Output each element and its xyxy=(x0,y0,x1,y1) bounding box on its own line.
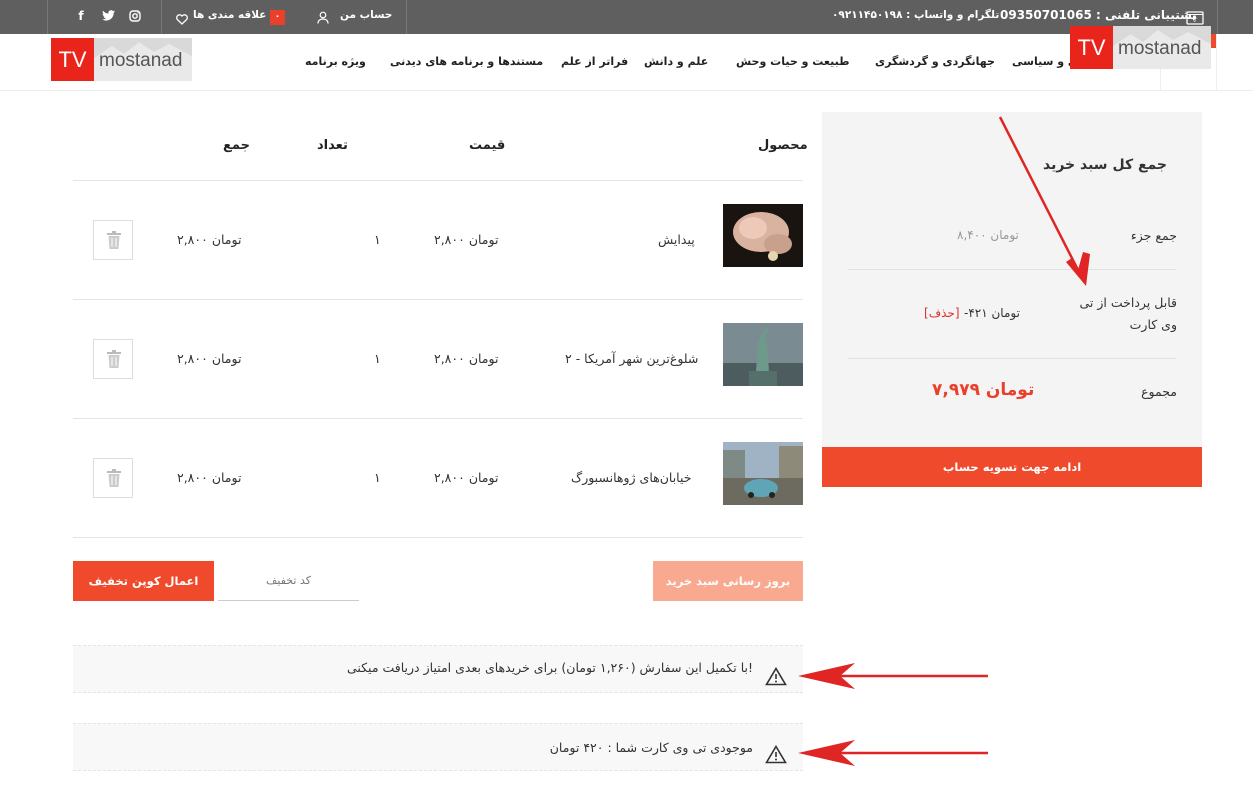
tvcard-label-line2: وی کارت xyxy=(1129,317,1177,332)
product-name[interactable]: شلوغ‌ترین شهر آمریکا - ۲ xyxy=(565,351,698,366)
nav-item-nature[interactable]: طبیعت و حیات وحش xyxy=(736,55,849,68)
remove-item-button[interactable] xyxy=(93,220,133,260)
trash-icon xyxy=(107,469,121,487)
header-product: محصول xyxy=(758,138,808,153)
wishlist-count-badge: ۰ xyxy=(270,10,285,25)
divider xyxy=(73,299,803,300)
subtotal-value: ۸,۴۰۰ تومان xyxy=(957,228,1019,242)
subtotal-label: جمع جزء xyxy=(1130,228,1177,243)
divider xyxy=(848,358,1176,359)
divider xyxy=(73,180,803,181)
trash-icon xyxy=(107,231,121,249)
nav-item-beyond-science[interactable]: فراتر از علم xyxy=(561,55,628,68)
header-price: قیمت xyxy=(469,138,506,153)
warning-icon xyxy=(765,667,787,686)
wishlist-link[interactable]: علاقه مندی ها xyxy=(193,9,266,21)
cart-totals-title: جمع کل سبد خرید xyxy=(1042,157,1167,173)
product-name[interactable]: پیدایش xyxy=(658,232,695,247)
warning-icon xyxy=(765,745,787,764)
divider xyxy=(1217,0,1218,34)
trash-icon xyxy=(107,350,121,368)
product-total: ۲,۸۰۰ تومان xyxy=(177,470,242,485)
phone-support: پشتیبانی تلفنی : 09350701065 xyxy=(1000,8,1197,22)
tvcard-value: -۴۲۱ تومان xyxy=(964,306,1020,320)
tvcard-balance-notice: موجودی تی وی کارت شما : ۴۲۰ تومان xyxy=(73,723,803,771)
nav-item-special[interactable]: ویژه برنامه xyxy=(305,55,366,68)
divider xyxy=(161,0,162,34)
total-label: مجموع xyxy=(1141,384,1177,399)
product-name[interactable]: خیابان‌های ژوهانسبورگ xyxy=(571,470,692,485)
product-total: ۲,۸۰۰ تومان xyxy=(177,232,242,247)
main-nav: TV mostanad ویژه برنامه مستندها و برنامه… xyxy=(0,26,1253,91)
top-bar: f ۰ علاقه مندی ها حساب من تلگرام و واتسا… xyxy=(0,0,1253,34)
twitter-icon[interactable] xyxy=(101,8,115,24)
logo-text: mostanad xyxy=(1118,38,1202,59)
telegram-whatsapp-contact: تلگرام و واتساپ : ۰۹۲۱۱۴۵۰۱۹۸ xyxy=(832,9,1000,21)
product-qty: ۱ xyxy=(374,351,381,366)
nav-item-science[interactable]: علم و دانش xyxy=(644,55,708,68)
product-thumbnail[interactable] xyxy=(723,323,803,386)
divider xyxy=(406,0,407,34)
user-icon xyxy=(317,9,329,28)
product-price: ۲,۸۰۰ تومان xyxy=(434,232,499,247)
heart-icon xyxy=(176,10,188,29)
nav-item-tourism[interactable]: جهانگردی و گردشگری xyxy=(875,55,995,68)
divider xyxy=(1216,34,1217,91)
notice-text: با تکمیل این سفارش (۱,۲۶۰ تومان) برای خر… xyxy=(346,660,753,675)
divider xyxy=(47,0,48,34)
product-thumbnail[interactable] xyxy=(723,204,803,267)
tvcard-label: قابل پرداخت از تی xyxy=(1079,295,1177,310)
header-qty: تعداد xyxy=(317,138,348,153)
instagram-icon[interactable] xyxy=(128,8,142,24)
tvcard-remove-link[interactable]: [حذف] xyxy=(924,306,960,320)
total-value: ۷,۹۷۹ تومان xyxy=(932,380,1035,400)
product-qty: ۱ xyxy=(374,470,381,485)
notice-text: موجودی تی وی کارت شما : ۴۲۰ تومان xyxy=(549,740,753,755)
product-price: ۲,۸۰۰ تومان xyxy=(434,470,499,485)
nav-item-politics[interactable]: ی و سیاسی xyxy=(1012,55,1070,68)
cart-totals-panel: جمع کل سبد خرید جمع جزء ۸,۴۰۰ تومان قابل… xyxy=(822,112,1202,447)
reward-points-notice: با تکمیل این سفارش (۱,۲۶۰ تومان) برای خر… xyxy=(73,645,803,693)
logo-text: mostanad xyxy=(99,50,183,71)
account-link[interactable]: حساب من xyxy=(340,9,392,21)
coupon-code-input[interactable] xyxy=(218,561,359,601)
apply-coupon-button[interactable]: اعمال کوپن تخفیف xyxy=(73,561,214,601)
header-total: جمع xyxy=(223,138,250,153)
divider xyxy=(73,418,803,419)
product-total: ۲,۸۰۰ تومان xyxy=(177,351,242,366)
site-logo[interactable]: TV mostanad xyxy=(51,38,192,81)
facebook-icon[interactable]: f xyxy=(74,8,88,24)
nav-item-documentaries[interactable]: مستندها و برنامه های دیدنی xyxy=(390,55,543,68)
update-cart-button[interactable]: بروز رسانی سبد خرید xyxy=(653,561,803,601)
logo-tv-mark: TV xyxy=(51,38,94,81)
logo-tv-mark: TV xyxy=(1070,26,1113,69)
site-logo-overlay[interactable]: TV mostanad xyxy=(1070,26,1211,69)
product-price: ۲,۸۰۰ تومان xyxy=(434,351,499,366)
divider xyxy=(848,269,1176,270)
proceed-checkout-button[interactable]: ادامه جهت تسویه حساب xyxy=(822,447,1202,487)
remove-item-button[interactable] xyxy=(93,458,133,498)
product-thumbnail[interactable] xyxy=(723,442,803,505)
divider xyxy=(73,537,803,538)
accent-tab xyxy=(1211,34,1216,48)
product-qty: ۱ xyxy=(374,232,381,247)
remove-item-button[interactable] xyxy=(93,339,133,379)
